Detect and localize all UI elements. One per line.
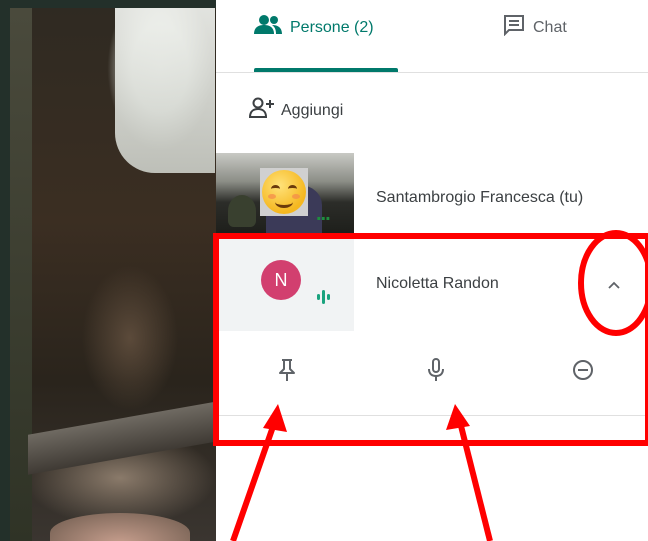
smiley-face-icon <box>260 168 308 216</box>
participant-avatar-cell: N <box>216 235 354 331</box>
smiley-eye-left <box>271 185 280 193</box>
tab-people[interactable]: Persone (2) <box>254 14 374 41</box>
smiley-cheek-right <box>292 194 300 199</box>
video-roof-shape <box>28 401 216 475</box>
avatar: N <box>261 260 301 300</box>
add-people-button[interactable]: Aggiungi <box>248 97 344 124</box>
thumbnail-plant <box>228 195 256 227</box>
people-panel: Persone (2) Chat Aggiungi ... Santambrog… <box>216 0 648 541</box>
participant-video-thumbnail: ... <box>216 153 354 235</box>
smiley-face <box>262 170 306 214</box>
audio-level-icon <box>317 290 330 304</box>
video-foreground-shape <box>50 513 190 541</box>
video-light-area <box>115 8 215 173</box>
smiley-eye-right <box>288 185 297 193</box>
pin-button[interactable] <box>270 353 304 387</box>
chat-icon <box>503 14 525 41</box>
participant-actions <box>216 331 648 415</box>
chevron-up-icon <box>608 281 620 289</box>
smiley-mouth <box>275 196 293 208</box>
participant-row-nicoletta[interactable]: N Nicoletta Randon <box>216 235 648 331</box>
add-person-icon <box>248 97 275 124</box>
participant-name: Nicoletta Randon <box>376 275 499 292</box>
pin-icon <box>279 359 295 381</box>
more-options-indicator: ... <box>316 203 331 225</box>
add-people-label: Aggiungi <box>281 101 344 119</box>
mute-participant-button[interactable] <box>419 353 453 387</box>
tab-people-label: Persone (2) <box>290 18 374 36</box>
main-video-feed <box>10 8 216 541</box>
remove-participant-button[interactable] <box>566 353 600 387</box>
tab-chat[interactable]: Chat <box>503 14 567 41</box>
actions-divider <box>216 415 648 416</box>
tab-chat-label: Chat <box>533 18 567 36</box>
microphone-icon <box>428 358 444 381</box>
participant-name: Santambrogio Francesca (tu) <box>376 189 584 206</box>
participant-row-self[interactable]: ... Santambrogio Francesca (tu) <box>216 153 648 235</box>
screenshot-frame: Persone (2) Chat Aggiungi ... Santambrog… <box>0 0 648 541</box>
collapse-participant-button[interactable] <box>604 275 624 295</box>
people-icon <box>254 14 282 41</box>
remove-circle-icon <box>573 360 593 380</box>
panel-tabs: Persone (2) Chat <box>216 0 648 73</box>
tabs-divider <box>216 72 648 73</box>
